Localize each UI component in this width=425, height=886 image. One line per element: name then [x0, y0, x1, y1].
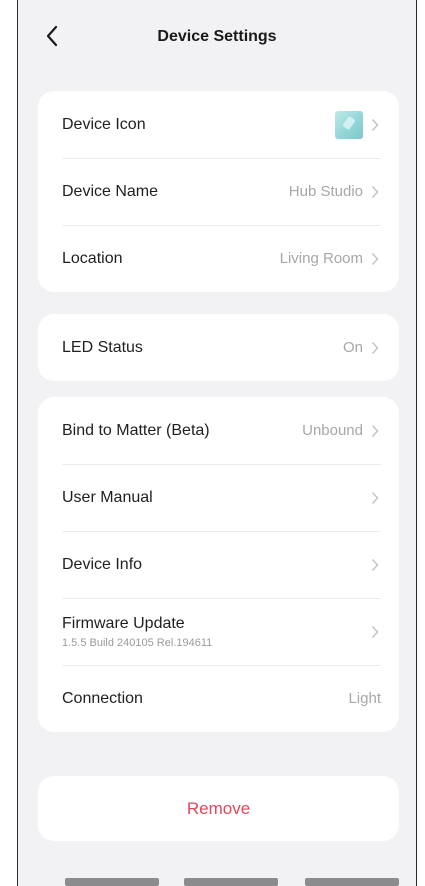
device-more-card: Bind to Matter (Beta) Unbound User Manua…: [38, 397, 399, 732]
led-status-row[interactable]: LED Status On: [38, 314, 399, 381]
led-status-label: LED Status: [62, 338, 143, 356]
user-manual-label: User Manual: [62, 488, 153, 506]
led-card: LED Status On: [38, 314, 399, 381]
bind-matter-row[interactable]: Bind to Matter (Beta) Unbound: [38, 397, 399, 464]
chevron-right-icon: [369, 625, 381, 639]
chevron-right-icon: [369, 185, 381, 199]
chevron-right-icon: [369, 558, 381, 572]
device-icon-row[interactable]: Device Icon: [38, 91, 399, 158]
device-basics-card: Device Icon Device Name Hub Studio Locat…: [38, 91, 399, 292]
chevron-right-icon: [369, 424, 381, 438]
device-name-value: Hub Studio: [288, 183, 363, 200]
nav-bar-segment: [305, 878, 399, 886]
nav-bar-segment: [184, 878, 278, 886]
led-status-value: On: [342, 339, 363, 356]
location-value: Living Room: [279, 250, 363, 267]
device-info-row[interactable]: Device Info: [38, 531, 399, 598]
header: Device Settings: [18, 0, 416, 76]
connection-row: Connection Light: [38, 665, 399, 732]
remove-label: Remove: [186, 798, 251, 818]
firmware-version: 1.5.5 Build 240105 Rel.194611: [62, 636, 213, 649]
connection-label: Connection: [62, 689, 143, 707]
device-icon-label: Device Icon: [62, 115, 146, 133]
device-name-label: Device Name: [62, 182, 159, 200]
bind-matter-value: Unbound: [302, 422, 363, 439]
device-settings-screen: Device Settings Device Icon Device Name …: [17, 0, 417, 886]
device-info-label: Device Info: [62, 555, 143, 573]
chevron-right-icon: [369, 341, 381, 355]
chevron-right-icon: [369, 491, 381, 505]
firmware-update-row[interactable]: Firmware Update 1.5.5 Build 240105 Rel.1…: [38, 598, 399, 665]
connection-value: Light: [348, 690, 381, 707]
chevron-right-icon: [369, 252, 381, 266]
bind-matter-label: Bind to Matter (Beta): [62, 421, 210, 439]
page-title: Device Settings: [157, 28, 277, 45]
user-manual-row[interactable]: User Manual: [38, 464, 399, 531]
remove-button[interactable]: Remove: [38, 776, 399, 841]
nav-bar-segment: [65, 878, 159, 886]
firmware-label-group: Firmware Update 1.5.5 Build 240105 Rel.1…: [62, 615, 363, 649]
device-thumbnail: [335, 110, 363, 139]
chevron-right-icon: [369, 118, 381, 132]
device-name-row[interactable]: Device Name Hub Studio: [38, 158, 399, 225]
firmware-update-label: Firmware Update: [62, 614, 185, 632]
location-label: Location: [62, 249, 123, 267]
location-row[interactable]: Location Living Room: [38, 225, 399, 292]
